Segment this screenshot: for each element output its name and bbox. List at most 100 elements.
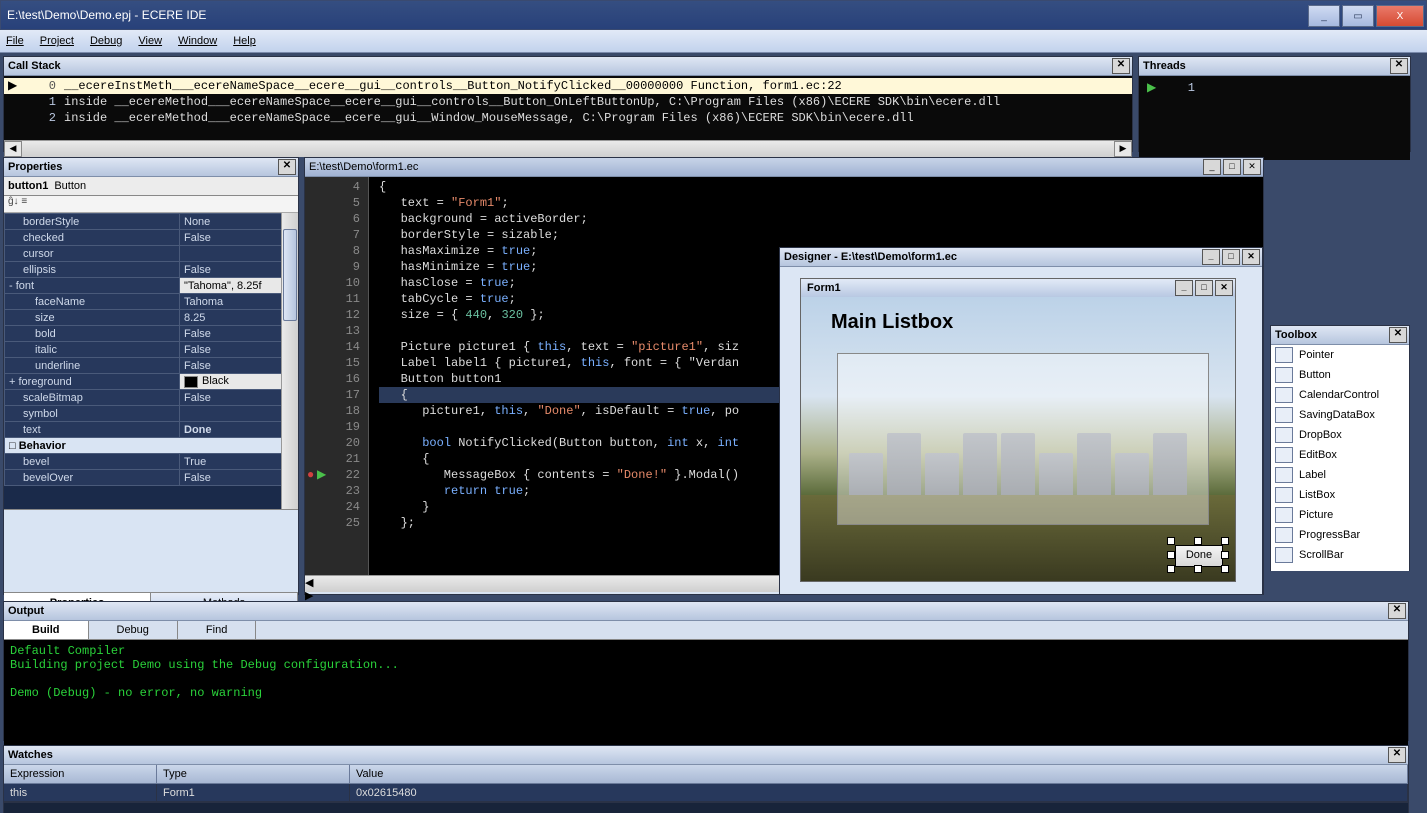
tab-debug[interactable]: Debug bbox=[89, 621, 178, 639]
col-type[interactable]: Type bbox=[157, 765, 350, 783]
maximize-button[interactable]: ▭ bbox=[1342, 5, 1374, 27]
button-icon bbox=[1275, 367, 1293, 383]
threads-title: Threads bbox=[1143, 60, 1186, 72]
os-titlebar: E:\test\Demo\Demo.epj - ECERE IDE _ ▭ X bbox=[0, 0, 1427, 30]
close-icon[interactable]: ✕ bbox=[1243, 159, 1261, 175]
properties-title: Properties bbox=[8, 161, 62, 173]
menu-help[interactable]: Help bbox=[233, 35, 256, 47]
menu-bar: File Project Debug View Window Help bbox=[0, 30, 1427, 53]
output-panel: Output✕ Build Debug Find Default Compile… bbox=[3, 601, 1409, 741]
stack-row[interactable]: 1inside __ecereMethod___ecereNameSpace__… bbox=[4, 94, 1132, 110]
done-button[interactable]: Done bbox=[1175, 545, 1223, 567]
main-label[interactable]: Main Listbox bbox=[831, 311, 953, 334]
menu-view[interactable]: View bbox=[138, 35, 162, 47]
watches-body[interactable]: this Form1 0x02615480 bbox=[4, 784, 1408, 813]
editbox-icon bbox=[1275, 447, 1293, 463]
editor-title: E:\test\Demo\form1.ec _□✕ bbox=[305, 158, 1263, 177]
watch-row[interactable]: this Form1 0x02615480 bbox=[4, 784, 1408, 802]
close-icon[interactable]: ✕ bbox=[1112, 58, 1130, 74]
v-scrollbar[interactable] bbox=[281, 213, 298, 509]
toolbox-item-scrollbar[interactable]: ScrollBar bbox=[1271, 545, 1409, 565]
toolbox-item-picture[interactable]: Picture bbox=[1271, 505, 1409, 525]
tab-find[interactable]: Find bbox=[178, 621, 256, 639]
designer-title: Designer - E:\test\Demo\form1.ec bbox=[784, 251, 957, 263]
output-tabs: Build Debug Find bbox=[4, 621, 1408, 640]
listbox-icon bbox=[1275, 487, 1293, 503]
stack-row[interactable]: ▶0__ecereInstMeth___ecereNameSpace__ecer… bbox=[4, 78, 1132, 94]
minimize-button[interactable]: _ bbox=[1308, 5, 1340, 27]
close-icon[interactable]: ✕ bbox=[278, 159, 296, 175]
toolbox-item-listbox[interactable]: ListBox bbox=[1271, 485, 1409, 505]
tab-build[interactable]: Build bbox=[4, 621, 89, 639]
minimize-icon[interactable]: _ bbox=[1203, 159, 1221, 175]
close-icon[interactable]: ✕ bbox=[1389, 327, 1407, 343]
calendarcontrol-icon bbox=[1275, 387, 1293, 403]
watch-value: 0x02615480 bbox=[350, 784, 1408, 802]
toolbox-item-pointer[interactable]: Pointer bbox=[1271, 345, 1409, 365]
picture-icon bbox=[1275, 507, 1293, 523]
app-client: Call Stack ✕ ▶0__ecereInstMeth___ecereNa… bbox=[0, 53, 1427, 813]
scroll-right-icon[interactable]: ▶ bbox=[1114, 141, 1132, 157]
progressbar-icon bbox=[1275, 527, 1293, 543]
callstack-panel: Call Stack ✕ ▶0__ecereInstMeth___ecereNa… bbox=[3, 56, 1133, 152]
menu-project[interactable]: Project bbox=[40, 35, 74, 47]
label-icon bbox=[1275, 467, 1293, 483]
menu-debug[interactable]: Debug bbox=[90, 35, 122, 47]
designer-panel: Designer - E:\test\Demo\form1.ec _□✕ For… bbox=[779, 247, 1263, 595]
threads-panel: Threads ✕ ▶1 bbox=[1138, 56, 1411, 152]
col-value[interactable]: Value bbox=[350, 765, 1408, 783]
stack-row[interactable]: 2inside __ecereMethod___ecereNameSpace__… bbox=[4, 110, 1132, 126]
minimize-icon[interactable]: _ bbox=[1202, 249, 1220, 265]
thread-row[interactable]: ▶1 bbox=[1143, 80, 1406, 96]
watch-type: Form1 bbox=[157, 784, 350, 802]
threads-body[interactable]: ▶1 bbox=[1139, 76, 1410, 160]
current-frame-icon: ▶ bbox=[8, 78, 28, 94]
scroll-left-icon[interactable]: ◀ bbox=[4, 141, 22, 157]
savingdatabox-icon bbox=[1275, 407, 1293, 423]
pointer-icon bbox=[1275, 347, 1293, 363]
toolbox-item-button[interactable]: Button bbox=[1271, 365, 1409, 385]
maximize-icon[interactable]: □ bbox=[1223, 159, 1241, 175]
watch-new-row[interactable] bbox=[4, 802, 1408, 813]
properties-grid[interactable]: borderStyleNonecheckedFalsecursorellipsi… bbox=[4, 213, 298, 509]
dropbox-icon bbox=[1275, 427, 1293, 443]
close-icon[interactable]: ✕ bbox=[1215, 280, 1233, 296]
maximize-icon[interactable]: □ bbox=[1222, 249, 1240, 265]
output-title: Output bbox=[8, 605, 44, 617]
toolbox-item-savingdatabox[interactable]: SavingDataBox bbox=[1271, 405, 1409, 425]
close-icon[interactable]: ✕ bbox=[1242, 249, 1260, 265]
form-body[interactable]: Main Listbox Done bbox=[801, 297, 1235, 581]
toolbox-title: Toolbox bbox=[1275, 329, 1317, 341]
window-title: E:\test\Demo\Demo.epj - ECERE IDE bbox=[7, 8, 206, 22]
maximize-icon[interactable]: □ bbox=[1195, 280, 1213, 296]
properties-panel: Properties ✕ button1Button ĝ↓ ≡ borderSty… bbox=[3, 157, 299, 595]
close-button[interactable]: X bbox=[1376, 5, 1424, 27]
watches-title: Watches bbox=[8, 749, 53, 761]
callstack-title: Call Stack ✕ bbox=[4, 57, 1132, 76]
toolbox-item-editbox[interactable]: EditBox bbox=[1271, 445, 1409, 465]
form-preview[interactable]: Form1 _□✕ Main Listbox Done bbox=[800, 278, 1236, 582]
col-expression[interactable]: Expression bbox=[4, 765, 157, 783]
active-thread-icon: ▶ bbox=[1147, 80, 1167, 96]
watches-panel: Watches ✕ Expression Type Value this Form… bbox=[3, 745, 1409, 813]
listbox[interactable] bbox=[837, 353, 1209, 525]
scroll-thumb[interactable] bbox=[283, 229, 297, 321]
minimize-icon[interactable]: _ bbox=[1175, 280, 1193, 296]
menu-file[interactable]: File bbox=[6, 35, 24, 47]
close-icon[interactable]: ✕ bbox=[1388, 747, 1406, 763]
properties-object-selector[interactable]: button1Button bbox=[4, 177, 298, 196]
callstack-body[interactable]: ▶0__ecereInstMeth___ecereNameSpace__ecer… bbox=[4, 76, 1132, 140]
toolbox-item-progressbar[interactable]: ProgressBar bbox=[1271, 525, 1409, 545]
h-scrollbar[interactable]: ◀▶ bbox=[4, 140, 1132, 157]
line-number-gutter[interactable]: 456789101112131415161718192021●▶22232425 bbox=[305, 177, 369, 575]
properties-toolbar[interactable]: ĝ↓ ≡ bbox=[4, 196, 298, 213]
toolbox-item-label[interactable]: Label bbox=[1271, 465, 1409, 485]
close-icon[interactable]: ✕ bbox=[1388, 603, 1406, 619]
menu-window[interactable]: Window bbox=[178, 35, 217, 47]
watch-expression[interactable]: this bbox=[4, 784, 157, 802]
close-icon[interactable]: ✕ bbox=[1390, 58, 1408, 74]
output-body[interactable]: Default Compiler Building project Demo u… bbox=[4, 640, 1408, 748]
toolbox-item-dropbox[interactable]: DropBox bbox=[1271, 425, 1409, 445]
toolbox-item-calendarcontrol[interactable]: CalendarControl bbox=[1271, 385, 1409, 405]
toolbox-body: PointerButtonCalendarControlSavingDataBo… bbox=[1271, 345, 1409, 571]
